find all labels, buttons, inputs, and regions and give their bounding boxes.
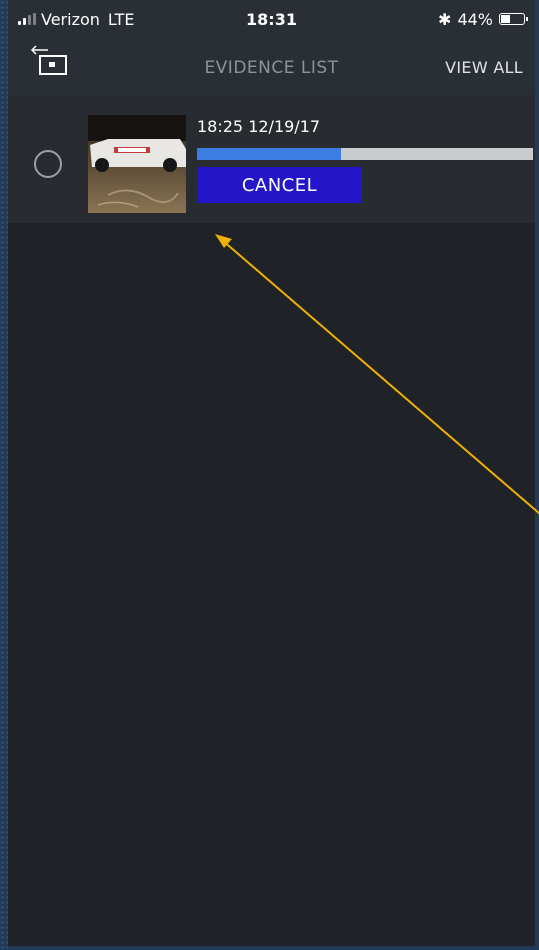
- list-item[interactable]: 18:25 12/19/17 CANCEL: [8, 95, 535, 223]
- battery-percent: 44%: [457, 9, 493, 29]
- status-bar: Verizon LTE 18:31 ✱ 44%: [8, 0, 535, 38]
- nav-bar: EVIDENCE LIST VIEW ALL: [8, 38, 535, 95]
- cancel-upload-button[interactable]: CANCEL: [197, 167, 362, 203]
- upload-progress-fill: [197, 148, 342, 160]
- recording-timestamp: 18:25 12/19/17: [197, 117, 321, 136]
- battery-level: [501, 15, 510, 23]
- app-screen: Verizon LTE 18:31 ✱ 44% EVIDENCE LIST VI…: [0, 0, 539, 950]
- upload-progress-bar: [197, 148, 533, 160]
- status-right: ✱ 44%: [438, 9, 528, 29]
- view-all-button[interactable]: VIEW ALL: [445, 58, 523, 77]
- video-thumbnail[interactable]: [88, 115, 186, 213]
- battery-icon: [499, 13, 528, 25]
- bluetooth-icon: ✱: [438, 9, 452, 29]
- thumbnail-image: [88, 115, 186, 213]
- select-radio[interactable]: [34, 150, 62, 178]
